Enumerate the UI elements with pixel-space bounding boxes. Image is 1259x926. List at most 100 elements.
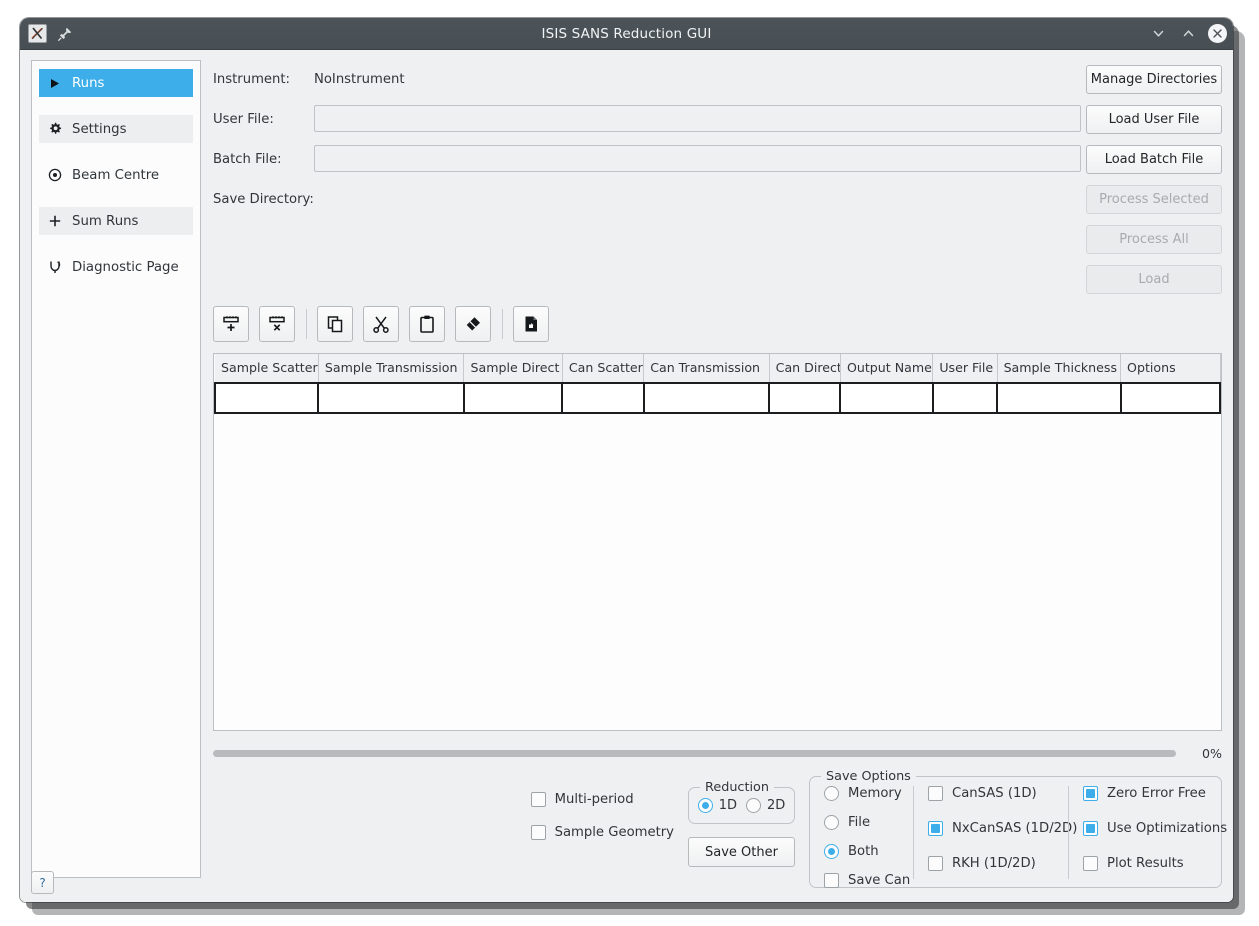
rkh-label: RKH (1D/2D) (952, 856, 1036, 871)
title-bar: ISIS SANS Reduction GUI (20, 18, 1233, 50)
sidebar-item-label: Settings (72, 122, 127, 137)
process-selected-button[interactable]: Process Selected (1086, 185, 1222, 214)
column-header-sample-direct[interactable]: Sample Direct (464, 354, 562, 383)
save-mode-memory-radio[interactable]: Memory (824, 786, 913, 801)
table-cell-options[interactable] (1121, 383, 1220, 413)
table-header-row: Sample Scatter Sample Transmission Sampl… (215, 354, 1220, 383)
checkbox-box-icon (928, 821, 943, 836)
sidebar-item-runs[interactable]: Runs (39, 69, 193, 97)
load-button[interactable]: Load (1086, 265, 1222, 294)
use-optimizations-checkbox[interactable]: Use Optimizations (1083, 821, 1220, 836)
close-circle-icon[interactable] (1208, 24, 1227, 43)
load-batch-file-button[interactable]: Load Batch File (1086, 145, 1222, 174)
sidebar-item-settings[interactable]: Settings (39, 115, 193, 143)
reduction-group: Reduction 1D 2D (688, 787, 795, 824)
table-toolbar (213, 304, 1222, 344)
radio-button-icon (698, 798, 713, 813)
column-header-output-name[interactable]: Output Name (840, 354, 932, 383)
table-cell-sample-scatter[interactable] (215, 383, 318, 413)
progress-bar (213, 750, 1176, 757)
reduction-1d-label: 1D (719, 798, 737, 813)
table-empty-area[interactable] (214, 414, 1221, 730)
plot-results-checkbox[interactable]: Plot Results (1083, 856, 1220, 871)
rkh-checkbox[interactable]: RKH (1D/2D) (928, 856, 1068, 871)
table-cell-sample-direct[interactable] (464, 383, 562, 413)
erase-icon[interactable] (455, 306, 491, 342)
application-window: ISIS SANS Reduction GUI Runs (20, 18, 1233, 902)
save-mode-both-radio[interactable]: Both (824, 844, 913, 859)
save-extras-column: Zero Error Free Use Optimizations Plot R… (1068, 786, 1220, 879)
save-can-checkbox[interactable]: Save Can (824, 873, 913, 888)
help-button[interactable]: ? (31, 871, 54, 894)
process-all-button[interactable]: Process All (1086, 225, 1222, 254)
flask-icon (48, 260, 62, 274)
use-optimizations-label: Use Optimizations (1107, 821, 1227, 836)
sidebar-item-beam-centre[interactable]: Beam Centre (39, 161, 193, 189)
chevron-up-icon[interactable] (1178, 24, 1198, 44)
nxcansas-checkbox[interactable]: NxCanSAS (1D/2D) (928, 821, 1068, 836)
column-header-user-file[interactable]: User File (933, 354, 997, 383)
reduction-column: Reduction 1D 2D Save Other (688, 776, 795, 867)
cut-icon[interactable] (363, 306, 399, 342)
save-mode-file-label: File (848, 815, 870, 830)
cansas-1d-checkbox[interactable]: CanSAS (1D) (928, 786, 1068, 801)
table-cell-output-name[interactable] (840, 383, 932, 413)
sidebar-item-diagnostic-page[interactable]: Diagnostic Page (39, 253, 193, 281)
export-file-icon[interactable] (513, 306, 549, 342)
checkbox-box-icon (1083, 821, 1098, 836)
manage-directories-button[interactable]: Manage Directories (1086, 65, 1222, 94)
table-cell-sample-thickness[interactable] (997, 383, 1120, 413)
table-cell-can-direct[interactable] (769, 383, 840, 413)
window-title: ISIS SANS Reduction GUI (20, 26, 1233, 42)
column-header-sample-transmission[interactable]: Sample Transmission (318, 354, 464, 383)
period-geometry-column: Multi-period Sample Geometry (531, 776, 674, 840)
save-mode-file-radio[interactable]: File (824, 815, 913, 830)
toolbar-separator (502, 309, 503, 339)
column-header-options[interactable]: Options (1121, 354, 1220, 383)
column-header-can-transmission[interactable]: Can Transmission (644, 354, 769, 383)
sidebar-item-label: Beam Centre (72, 168, 159, 183)
plus-icon (48, 214, 62, 228)
load-user-file-button[interactable]: Load User File (1086, 105, 1222, 134)
column-header-sample-thickness[interactable]: Sample Thickness (997, 354, 1120, 383)
batch-file-input[interactable] (314, 145, 1081, 172)
table-cell-sample-transmission[interactable] (318, 383, 464, 413)
checkbox-box-icon (928, 786, 943, 801)
copy-icon[interactable] (317, 306, 353, 342)
reduction-1d-radio[interactable]: 1D (698, 798, 737, 813)
gear-icon (48, 122, 62, 136)
instrument-label: Instrument: (213, 72, 290, 87)
zero-error-free-checkbox[interactable]: Zero Error Free (1083, 786, 1220, 801)
sidebar-item-sum-runs[interactable]: Sum Runs (39, 207, 193, 235)
chevron-down-icon[interactable] (1148, 24, 1168, 44)
checkbox-box-icon (531, 825, 546, 840)
reduction-2d-radio[interactable]: 2D (746, 798, 785, 813)
pin-icon[interactable] (57, 26, 73, 42)
save-options-group: Save Options Memory File Both (809, 776, 1222, 888)
insert-row-after-icon[interactable] (213, 306, 249, 342)
radio-button-icon (824, 786, 839, 801)
sidebar-item-label: Runs (72, 76, 104, 91)
paste-icon[interactable] (409, 306, 445, 342)
save-mode-memory-label: Memory (848, 786, 902, 801)
column-header-can-direct[interactable]: Can Direct (769, 354, 840, 383)
table-cell-user-file[interactable] (933, 383, 997, 413)
table-cell-can-transmission[interactable] (644, 383, 769, 413)
column-header-can-scatter[interactable]: Can Scatter (562, 354, 643, 383)
column-header-sample-scatter[interactable]: Sample Scatter (215, 354, 318, 383)
save-directory-label: Save Directory: (213, 192, 314, 207)
table-cell-can-scatter[interactable] (562, 383, 643, 413)
progress-percent-label: 0% (1188, 746, 1222, 761)
cansas-1d-label: CanSAS (1D) (952, 786, 1037, 801)
delete-row-icon[interactable] (259, 306, 295, 342)
user-file-input[interactable] (314, 105, 1081, 132)
radio-button-icon (824, 815, 839, 830)
sample-geometry-checkbox[interactable]: Sample Geometry (531, 825, 674, 840)
run-setup-form: Instrument: NoInstrument User File: Batc… (213, 60, 1222, 300)
save-options-group-title: Save Options (821, 769, 916, 784)
sidebar-item-label: Sum Runs (72, 214, 138, 229)
sidebar-item-label: Diagnostic Page (72, 260, 179, 275)
table-row[interactable] (215, 383, 1220, 413)
multi-period-checkbox[interactable]: Multi-period (531, 792, 674, 807)
save-other-button[interactable]: Save Other (688, 837, 795, 867)
